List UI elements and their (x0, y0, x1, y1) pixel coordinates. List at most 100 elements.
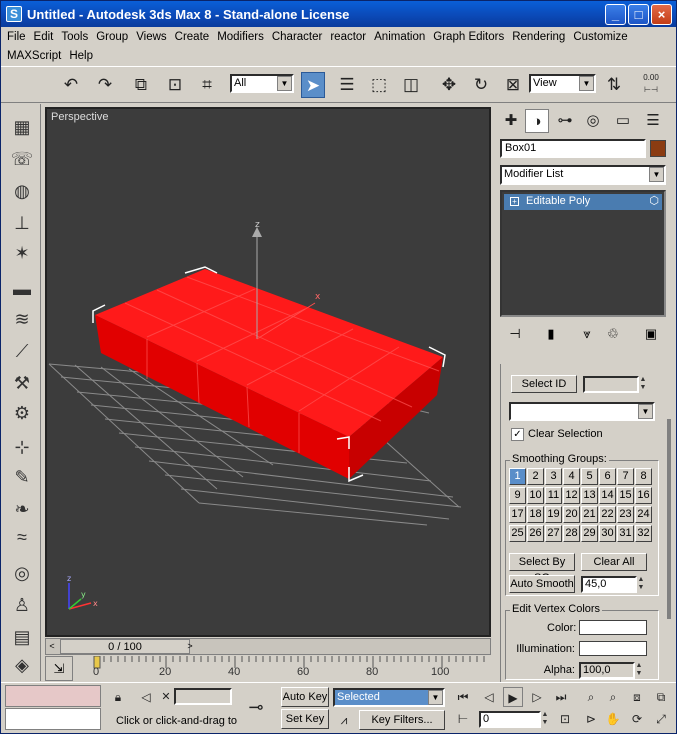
smoothing-group-button[interactable]: 24 (635, 506, 652, 523)
box-icon[interactable]: ▦ (9, 114, 35, 140)
smoothing-group-button[interactable]: 26 (527, 525, 544, 542)
current-frame-field[interactable]: 0 ▲ ▼ (479, 711, 548, 728)
smoothing-group-button[interactable]: 10 (527, 487, 544, 504)
menu-help[interactable]: Help (65, 47, 97, 66)
smoothing-group-button[interactable]: 5 (581, 468, 598, 485)
smoothing-group-button[interactable]: 31 (617, 525, 634, 542)
auto-key-button[interactable]: Auto Key (281, 687, 329, 707)
smoothing-group-button[interactable]: 1 (509, 468, 526, 485)
systems-icon[interactable]: ≋ (9, 306, 35, 332)
zoom-extents-icon[interactable]: ⧈ (627, 687, 647, 707)
track-bar[interactable]: ⇲ 0 20 40 60 80 100 (45, 656, 491, 681)
smoothing-group-button[interactable]: 14 (599, 487, 616, 504)
cloth-icon[interactable]: ❧ (9, 496, 35, 522)
panel-scroll-thumb[interactable] (667, 419, 671, 619)
select-by-sg-button[interactable]: Select By SG (509, 553, 575, 584)
maxscript-listener-top[interactable] (5, 685, 101, 707)
menu-create[interactable]: Create (171, 28, 214, 47)
select-by-name-icon[interactable]: ☰ (335, 72, 359, 98)
tools-icon[interactable]: ⊹ (9, 434, 35, 460)
object-color-swatch[interactable] (650, 140, 666, 157)
menu-customize[interactable]: Customize (569, 28, 631, 47)
auto-smooth-button[interactable]: Auto Smooth (509, 575, 575, 593)
globe-icon[interactable]: ◎ (9, 560, 35, 586)
go-to-start-icon[interactable]: ⏮ (453, 687, 473, 707)
menu-modifiers[interactable]: Modifiers (213, 28, 268, 47)
remove-modifier-icon[interactable]: ♲ (602, 324, 624, 344)
make-unique-icon[interactable]: ⩔ (576, 324, 598, 344)
go-to-end-icon[interactable]: ⏭ (551, 687, 571, 707)
selection-filter-dropdown[interactable]: All ▼ (230, 74, 294, 93)
figure-icon[interactable]: ♙ (9, 592, 35, 618)
smoothing-group-button[interactable]: 32 (635, 525, 652, 542)
time-prev-button[interactable]: < (46, 639, 58, 654)
bind-spacewarp-icon[interactable]: ⌗ (195, 72, 219, 98)
object-name-field[interactable]: Box01 (500, 139, 646, 158)
auto-smooth-threshold[interactable]: 45,0 ▲ ▼ (581, 576, 644, 593)
smoothing-group-button[interactable]: 30 (599, 525, 616, 542)
material-id-dropdown[interactable]: ▼ (509, 402, 655, 421)
key-mode-toggle-icon[interactable]: ⊢ (453, 709, 473, 729)
key-icon[interactable]: ⊸ (241, 697, 271, 717)
menu-graph-editors[interactable]: Graph Editors (429, 28, 508, 47)
menu-maxscript[interactable]: MAXScript (3, 47, 65, 66)
spinner-arrows-icon[interactable]: ▲ ▼ (639, 376, 647, 393)
modifier-list-dropdown[interactable]: Modifier List ▼ (500, 165, 666, 185)
book-icon[interactable]: ▤ (9, 624, 35, 650)
smoothing-group-button[interactable]: 8 (635, 468, 652, 485)
menu-character[interactable]: Character (268, 28, 327, 47)
link-icon[interactable]: ⧉ (129, 72, 153, 98)
expand-icon[interactable]: + (510, 197, 519, 206)
time-next-button[interactable]: > (184, 639, 196, 654)
pivot-center-icon[interactable]: ⇅ (602, 72, 626, 98)
panel-scrollbar[interactable] (666, 361, 672, 681)
menu-reactor[interactable]: reactor (326, 28, 370, 47)
key-mode-dropdown[interactable]: Selected ▼ (333, 688, 445, 707)
time-configuration-icon[interactable]: ⊡ (555, 709, 575, 729)
create-tab-icon[interactable]: ✚ (499, 109, 523, 133)
hierarchy-tab-icon[interactable]: ⊶ (553, 109, 577, 133)
spinner-arrows-icon[interactable]: ▲ ▼ (637, 576, 645, 593)
select-id-spinner[interactable]: ▲ ▼ (583, 376, 646, 393)
menu-animation[interactable]: Animation (370, 28, 429, 47)
illumination-color-swatch[interactable] (579, 641, 647, 656)
configure-modifier-sets-icon[interactable]: ▣ (640, 324, 662, 344)
selection-lock-icon[interactable]: ◁ (137, 687, 155, 707)
x-coord-field[interactable] (174, 688, 232, 705)
smoothing-group-button[interactable]: 12 (563, 487, 580, 504)
smoothing-group-button[interactable]: 16 (635, 487, 652, 504)
modifier-stack[interactable]: + Editable Poly ⬡ (500, 190, 666, 317)
spinner-arrows-icon[interactable]: ▲ ▼ (635, 662, 643, 679)
minimize-button[interactable]: _ (605, 4, 626, 25)
menu-file[interactable]: File (3, 28, 30, 47)
field-of-view-icon[interactable]: ⊳ (581, 709, 601, 729)
rect-selection-icon[interactable]: ⬚ (367, 72, 391, 98)
camera-icon[interactable]: ⊥ (9, 210, 35, 236)
maximize-button[interactable]: □ (628, 4, 649, 25)
pan-icon[interactable]: ✋ (603, 709, 623, 729)
smoothing-group-button[interactable]: 27 (545, 525, 562, 542)
menu-group[interactable]: Group (92, 28, 132, 47)
zoom-all-icon[interactable]: ⌕ (603, 687, 623, 707)
smoothing-group-button[interactable]: 18 (527, 506, 544, 523)
redo-icon[interactable]: ↷ (93, 72, 117, 98)
time-slider-thumb[interactable]: 0 / 100 (60, 639, 190, 654)
snap-readout[interactable]: 0.00 ⊢⊣ (639, 72, 663, 98)
smoothing-group-button[interactable]: 13 (581, 487, 598, 504)
smoothing-group-button[interactable]: 25 (509, 525, 526, 542)
bone-icon[interactable]: ✎ (9, 464, 35, 490)
scale-icon[interactable]: ⊠ (501, 72, 525, 98)
smoothing-group-button[interactable]: 9 (509, 487, 526, 504)
select-id-button[interactable]: Select ID (511, 375, 577, 393)
play-icon[interactable]: ▶ (503, 687, 523, 707)
perspective-viewport[interactable]: Perspective z x z x y (45, 107, 491, 637)
menu-edit[interactable]: Edit (30, 28, 58, 47)
arc-rotate-icon[interactable]: ⟳ (627, 709, 647, 729)
smoothing-group-button[interactable]: 4 (563, 468, 580, 485)
stack-item-editable-poly[interactable]: + Editable Poly ⬡ (504, 194, 662, 210)
spacewarp-icon[interactable]: ▬ (9, 276, 35, 302)
zoom-extents-all-icon[interactable]: ⧉ (651, 687, 671, 707)
zoom-icon[interactable]: ⌕ (581, 687, 601, 707)
move-icon[interactable]: ✥ (437, 72, 461, 98)
rotate-icon[interactable]: ↻ (469, 72, 493, 98)
